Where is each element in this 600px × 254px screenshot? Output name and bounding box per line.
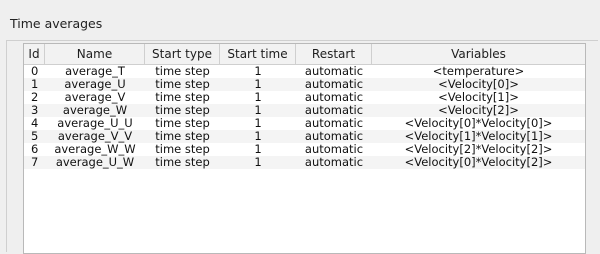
- cell-id[interactable]: 5: [24, 130, 45, 143]
- column-header-variables[interactable]: Variables: [372, 44, 585, 64]
- column-header-start-time[interactable]: Start time: [220, 44, 296, 64]
- cell-start-type[interactable]: time step: [145, 78, 220, 91]
- cell-variables[interactable]: <Velocity[2]>: [372, 104, 585, 117]
- cell-id[interactable]: 2: [24, 91, 45, 104]
- column-header-restart[interactable]: Restart: [296, 44, 372, 64]
- cell-restart[interactable]: automatic: [296, 143, 372, 156]
- cell-start-type[interactable]: time step: [145, 130, 220, 143]
- cell-start-time[interactable]: 1: [220, 65, 296, 78]
- cell-variables[interactable]: <Velocity[2]*Velocity[2]>: [372, 143, 585, 156]
- cell-start-time[interactable]: 1: [220, 117, 296, 130]
- table-row[interactable]: 2 average_V time step 1 automatic <Velocity[1…: [24, 91, 585, 104]
- cell-id[interactable]: 6: [24, 143, 45, 156]
- cell-variables[interactable]: <Velocity[1]>: [372, 91, 585, 104]
- table-row[interactable]: 7 average_U_W time step 1 automatic <Velocity…: [24, 156, 585, 169]
- cell-id[interactable]: 7: [24, 156, 45, 169]
- cell-start-type[interactable]: time step: [145, 156, 220, 169]
- cell-start-time[interactable]: 1: [220, 78, 296, 91]
- cell-restart[interactable]: automatic: [296, 78, 372, 91]
- cell-id[interactable]: 3: [24, 104, 45, 117]
- cell-name[interactable]: average_T: [45, 65, 145, 78]
- cell-restart[interactable]: automatic: [296, 65, 372, 78]
- cell-start-time[interactable]: 1: [220, 156, 296, 169]
- cell-start-type[interactable]: time step: [145, 104, 220, 117]
- cell-variables[interactable]: <Velocity[1]*Velocity[1]>: [372, 130, 585, 143]
- time-averages-table[interactable]: Id Name Start type Start time Restart Va…: [23, 43, 586, 254]
- table-header: Id Name Start type Start time Restart Va…: [24, 44, 585, 65]
- cell-restart[interactable]: automatic: [296, 130, 372, 143]
- column-header-start-type[interactable]: Start type: [145, 44, 220, 64]
- cell-start-time[interactable]: 1: [220, 130, 296, 143]
- cell-variables[interactable]: <temperature>: [372, 65, 585, 78]
- cell-variables[interactable]: <Velocity[0]>: [372, 78, 585, 91]
- cell-name[interactable]: average_W: [45, 104, 145, 117]
- table-row[interactable]: 4 average_U_U time step 1 automatic <Velocity…: [24, 117, 585, 130]
- cell-restart[interactable]: automatic: [296, 104, 372, 117]
- column-header-id[interactable]: Id: [24, 44, 45, 64]
- cell-start-type[interactable]: time step: [145, 91, 220, 104]
- cell-restart[interactable]: automatic: [296, 156, 372, 169]
- cell-name[interactable]: average_U_W: [45, 156, 145, 169]
- column-header-name[interactable]: Name: [45, 44, 145, 64]
- table-row[interactable]: 0 average_T time step 1 automatic <temperatur…: [24, 65, 585, 78]
- cell-name[interactable]: average_W_W: [45, 143, 145, 156]
- cell-variables[interactable]: <Velocity[0]*Velocity[2]>: [372, 156, 585, 169]
- cell-start-time[interactable]: 1: [220, 91, 296, 104]
- cell-name[interactable]: average_U: [45, 78, 145, 91]
- group-title: Time averages: [10, 16, 103, 31]
- cell-id[interactable]: 1: [24, 78, 45, 91]
- cell-start-type[interactable]: time step: [145, 117, 220, 130]
- table-row[interactable]: 5 average_V_V time step 1 automatic <Velocity…: [24, 130, 585, 143]
- table-row[interactable]: 6 average_W_W time step 1 automatic <Velocity…: [24, 143, 585, 156]
- cell-start-type[interactable]: time step: [145, 65, 220, 78]
- cell-start-type[interactable]: time step: [145, 143, 220, 156]
- cell-name[interactable]: average_U_U: [45, 117, 145, 130]
- cell-restart[interactable]: automatic: [296, 91, 372, 104]
- cell-restart[interactable]: automatic: [296, 117, 372, 130]
- cell-name[interactable]: average_V: [45, 91, 145, 104]
- cell-variables[interactable]: <Velocity[0]*Velocity[0]>: [372, 117, 585, 130]
- table-row[interactable]: 1 average_U time step 1 automatic <Velocity[0…: [24, 78, 585, 91]
- table-body: 0 average_T time step 1 automatic <temperatur…: [24, 65, 585, 169]
- cell-id[interactable]: 4: [24, 117, 45, 130]
- cell-start-time[interactable]: 1: [220, 104, 296, 117]
- table-row[interactable]: 3 average_W time step 1 automatic <Velocity[2…: [24, 104, 585, 117]
- cell-id[interactable]: 0: [24, 65, 45, 78]
- cell-start-time[interactable]: 1: [220, 143, 296, 156]
- cell-name[interactable]: average_V_V: [45, 130, 145, 143]
